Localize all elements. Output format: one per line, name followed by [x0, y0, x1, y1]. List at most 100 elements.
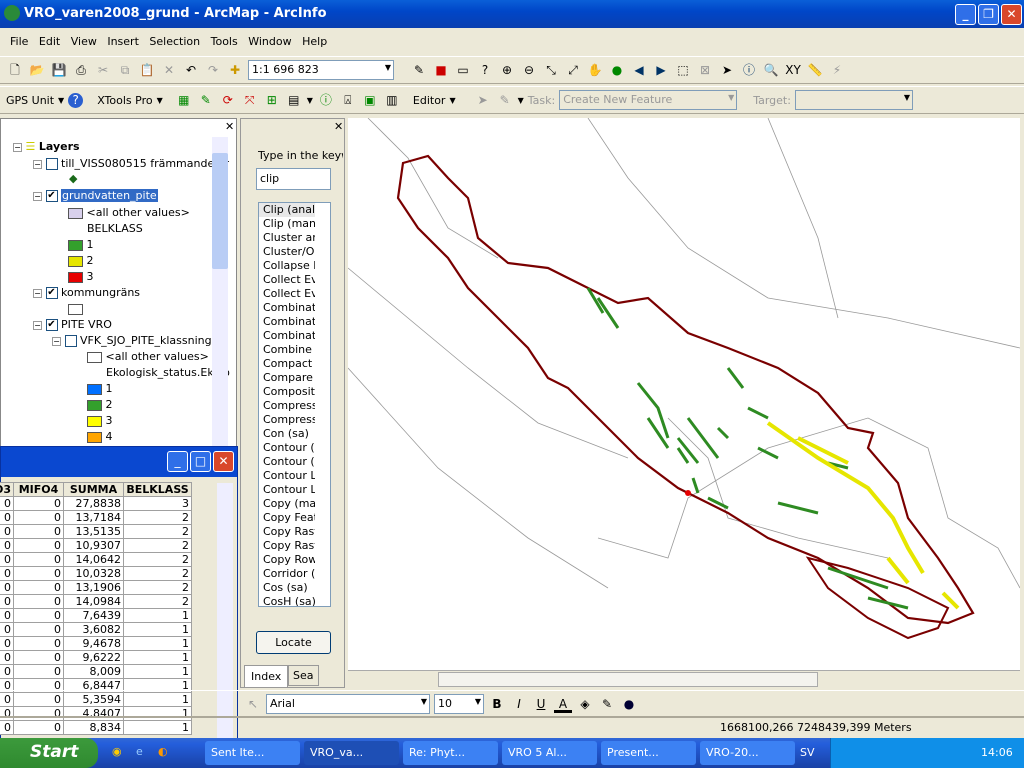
zoom-out-icon[interactable]: ⊖ — [520, 61, 538, 79]
editor-menu[interactable]: Editor — [413, 94, 446, 107]
task-sent-items[interactable]: Sent Ite... — [205, 741, 300, 765]
edit-pointer-icon[interactable]: ➤ — [474, 91, 492, 109]
tool-list-item[interactable]: Compress — [259, 413, 315, 427]
redo-icon[interactable]: ↷ — [204, 61, 222, 79]
menu-insert[interactable]: Insert — [107, 35, 139, 48]
layer-tools-icon[interactable]: ▤ — [285, 91, 303, 109]
delete-icon[interactable]: ✕ — [160, 61, 178, 79]
maximize-button[interactable]: ❐ — [978, 4, 999, 25]
tool-list-item[interactable]: Contour Li — [259, 469, 315, 483]
tool-list-item[interactable]: CosH (sa) — [259, 595, 315, 606]
info-icon[interactable]: ⓘ — [317, 91, 335, 109]
minimize-button[interactable]: _ — [955, 4, 976, 25]
fixed-zoom-out-icon[interactable]: ⤢ — [564, 61, 582, 79]
copy-icon[interactable]: ⧉ — [116, 61, 134, 79]
close-button[interactable]: ✕ — [1001, 4, 1022, 25]
locate-button[interactable]: Locate — [256, 631, 331, 654]
menu-window[interactable]: Window — [248, 35, 291, 48]
map-horizontal-scrollbar[interactable] — [348, 670, 1020, 688]
tool-list-item[interactable]: Combinato — [259, 301, 315, 315]
xtools-pro-menu[interactable]: XTools Pro — [97, 94, 152, 107]
tool-list-item[interactable]: Contour (s — [259, 455, 315, 469]
select-elements-icon[interactable]: ➤ — [718, 61, 736, 79]
column-header[interactable]: SUMMA — [63, 482, 125, 497]
toc-close-icon[interactable]: ✕ — [225, 120, 234, 133]
table-row[interactable]: 0 0 9,4678 1 — [0, 636, 193, 651]
layer-checkbox[interactable]: ✔ — [45, 190, 58, 202]
new-icon[interactable]: 🗋 — [6, 61, 24, 79]
arctoolbox-icon[interactable]: ■ — [432, 61, 450, 79]
paste-icon[interactable]: 📋 — [138, 61, 156, 79]
clear-selection-icon[interactable]: ⊠ — [696, 61, 714, 79]
tool-list-item[interactable]: Copy Feat — [259, 511, 315, 525]
table-row[interactable]: 0 0 9,6222 1 — [0, 650, 193, 665]
target-combo[interactable] — [794, 90, 913, 110]
layer-name[interactable]: grundvatten_pite — [61, 189, 158, 202]
back-extent-icon[interactable]: ◀ — [630, 61, 648, 79]
convert-icon[interactable]: ⟳ — [219, 91, 237, 109]
cut-icon[interactable]: ✂ — [94, 61, 112, 79]
tool-list-item[interactable]: Cos (sa) — [259, 581, 315, 595]
add-data-icon[interactable]: ✚ — [226, 61, 244, 79]
layer-name[interactable]: till_VISS080515 främmande ar — [61, 157, 229, 170]
underline-icon[interactable]: U — [532, 695, 550, 713]
tool-list-item[interactable]: Contour (3 — [259, 441, 315, 455]
tool-list-item[interactable]: Compact ( — [259, 357, 315, 371]
attr-maximize-button[interactable]: □ — [190, 451, 211, 472]
go-to-xy-icon[interactable]: XY — [784, 61, 802, 79]
table-row[interactable]: 0 0 13,5135 2 — [0, 524, 193, 539]
tool-list-item[interactable]: Copy Rast — [259, 539, 315, 553]
line-color-icon[interactable]: ✎ — [598, 695, 616, 713]
hyperlink-icon[interactable]: ⚡ — [828, 61, 846, 79]
collapse-icon[interactable]: − — [13, 142, 22, 152]
tool-list-item[interactable]: Collapse D — [259, 259, 315, 273]
menu-selection[interactable]: Selection — [149, 35, 200, 48]
menu-edit[interactable]: Edit — [39, 35, 60, 48]
map-canvas[interactable] — [347, 117, 1021, 670]
menu-file[interactable]: File — [10, 35, 28, 48]
task-email[interactable]: Re: Phyt... — [403, 741, 498, 765]
table-row[interactable]: 0 0 3,6082 1 — [0, 622, 193, 637]
italic-icon[interactable]: I — [510, 695, 528, 713]
tool-list-item[interactable]: Contour Li — [259, 483, 315, 497]
task-vro-doc[interactable]: VRO-20... — [700, 741, 795, 765]
grid-icon[interactable]: ▣ — [361, 91, 379, 109]
language-indicator[interactable]: SV — [800, 746, 815, 759]
menu-tools[interactable]: Tools — [211, 35, 238, 48]
quicklaunch-ie-icon[interactable]: e — [136, 745, 143, 758]
edit-tool-icon[interactable]: ✎ — [197, 91, 215, 109]
table-row[interactable]: 0 0 13,7184 2 — [0, 510, 193, 525]
tool-list-item[interactable]: Compare F — [259, 371, 315, 385]
find-icon[interactable]: 🔍 — [762, 61, 780, 79]
menu-view[interactable]: View — [71, 35, 97, 48]
fixed-zoom-in-icon[interactable]: ⤡ — [542, 61, 560, 79]
whats-this-icon[interactable]: ? — [476, 61, 494, 79]
zoom-in-icon[interactable]: ⊕ — [498, 61, 516, 79]
column-header[interactable]: O3 — [0, 482, 15, 497]
fill-color-icon[interactable]: ◈ — [576, 695, 594, 713]
select-features-icon[interactable]: ⬚ — [674, 61, 692, 79]
tool-list-item[interactable]: Copy Row — [259, 553, 315, 567]
tool-list-item[interactable]: Cluster/Ou — [259, 245, 315, 259]
tool-list-item[interactable]: Clip (analy — [259, 203, 315, 217]
menu-help[interactable]: Help — [302, 35, 327, 48]
chart-icon[interactable]: ⍓ — [339, 91, 357, 109]
tool-list-item[interactable]: Compress — [259, 399, 315, 413]
table-row[interactable]: 0 0 14,0984 2 — [0, 594, 193, 609]
collapse-icon[interactable]: − — [33, 288, 42, 298]
layer-checkbox[interactable]: ✔ — [45, 319, 58, 331]
tab-index[interactable]: Index — [244, 665, 289, 688]
sketch-tool-icon[interactable]: ✎ — [496, 91, 514, 109]
task-folder[interactable]: VRO 5 Al... — [502, 741, 597, 765]
start-button[interactable]: Start — [0, 738, 98, 768]
table-row[interactable]: 0 0 13,1906 2 — [0, 580, 193, 595]
layer-name[interactable]: VFK_SJO_PITE_klassning — [80, 334, 212, 347]
transform-icon[interactable]: ⤧ — [241, 91, 259, 109]
tool-list-item[interactable]: Corridor (s — [259, 567, 315, 581]
layer-checkbox[interactable]: ✔ — [45, 287, 58, 299]
font-color-icon[interactable]: A — [554, 695, 572, 713]
toc-scrollbar[interactable] — [212, 137, 228, 447]
table-row[interactable]: 0 0 8,009 1 — [0, 664, 193, 679]
layer-name[interactable]: kommungräns — [61, 286, 140, 299]
tab-search[interactable]: Sea — [288, 665, 319, 686]
